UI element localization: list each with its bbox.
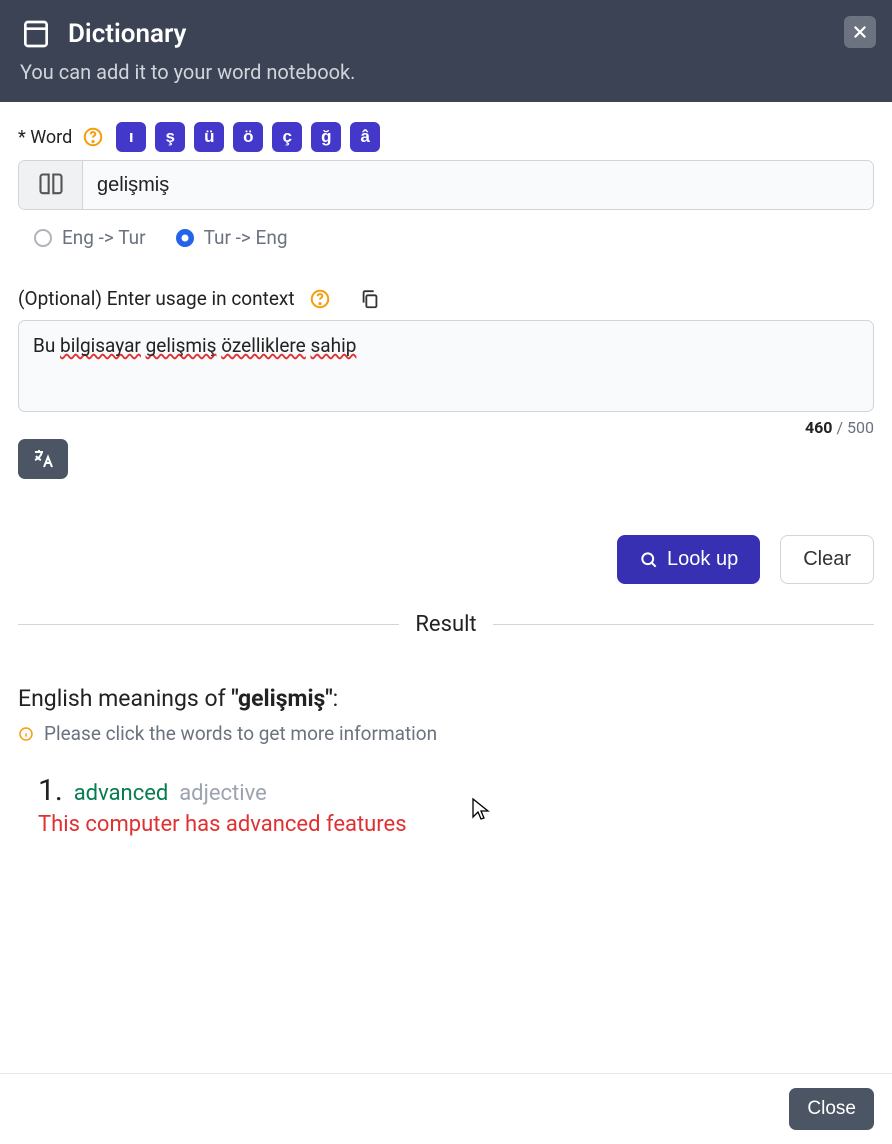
hint-text: Please click the words to get more infor… [44, 722, 437, 745]
book-icon [20, 18, 52, 50]
dialog-title: Dictionary [68, 19, 186, 49]
definition-word[interactable]: advanced [74, 781, 169, 806]
word-input-group [18, 160, 874, 210]
definition-item: 1. advanced adjective This computer has … [18, 773, 874, 837]
result-separator: Result [18, 612, 874, 637]
translate-button[interactable] [18, 439, 68, 479]
radio-indicator [34, 229, 52, 247]
lookup-label: Look up [667, 548, 738, 571]
part-of-speech: adjective [179, 781, 267, 806]
word-input[interactable] [83, 161, 873, 209]
char-button-ö[interactable]: ö [233, 122, 263, 152]
dialog-footer: Close [0, 1073, 892, 1144]
char-button-ç[interactable]: ç [272, 122, 302, 152]
definition-number: 1. [38, 773, 63, 808]
radio-eng->tur[interactable]: Eng -> Tur [34, 226, 146, 249]
meanings-heading: English meanings of "gelişmiş": [18, 685, 874, 712]
help-icon[interactable] [82, 126, 104, 148]
dialog-subtitle: You can add it to your word notebook. [20, 60, 868, 84]
close-icon[interactable] [844, 16, 876, 48]
char-button-ı[interactable]: ı [116, 122, 146, 152]
character-count: 460 / 500 [18, 418, 874, 437]
radio-indicator [176, 229, 194, 247]
lookup-button[interactable]: Look up [617, 535, 760, 584]
dialog-header: Dictionary You can add it to your word n… [0, 0, 892, 102]
char-button-ş[interactable]: ş [155, 122, 185, 152]
context-textarea[interactable]: Bu bilgisayar gelişmiş özelliklere sahip [18, 320, 874, 412]
info-icon [18, 726, 34, 742]
close-button[interactable]: Close [789, 1088, 874, 1130]
radio-label: Tur -> Eng [204, 226, 288, 249]
help-icon[interactable] [309, 288, 331, 310]
hint-row: Please click the words to get more infor… [18, 722, 874, 745]
context-label: (Optional) Enter usage in context [18, 287, 295, 310]
char-button-â[interactable]: â [350, 122, 380, 152]
char-button-ü[interactable]: ü [194, 122, 224, 152]
clear-button[interactable]: Clear [780, 535, 874, 584]
char-button-ğ[interactable]: ğ [311, 122, 341, 152]
radio-label: Eng -> Tur [62, 226, 146, 249]
book-open-icon [19, 161, 83, 209]
radio-tur->eng[interactable]: Tur -> Eng [176, 226, 288, 249]
word-label: * Word [18, 127, 72, 148]
result-label: Result [399, 612, 492, 637]
copy-icon[interactable] [359, 288, 381, 310]
definition-sentence: This computer has advanced features [38, 812, 874, 837]
